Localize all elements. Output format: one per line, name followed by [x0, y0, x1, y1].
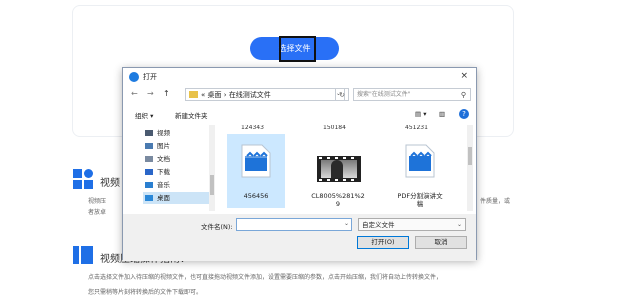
sidebar-item-label: 视频 — [157, 129, 170, 137]
thumbnail-person — [331, 160, 343, 178]
sidebar-item-downloads[interactable]: 下载 — [143, 166, 213, 178]
section-text: 点击选择文件加入待压缩的视频文件，也可直接拖动视频文件添加，设置需要压缩的参数，… — [88, 274, 443, 281]
video-file-icon — [241, 144, 271, 178]
file-item-cl8005[interactable]: CL8005%281%2 9 — [309, 134, 367, 208]
section-text: 您只需稍等片刻将转换后的文件下载即可。 — [88, 289, 203, 296]
download-icon — [145, 169, 153, 175]
path-prefix: « — [201, 90, 206, 99]
sidebar-item-videos[interactable]: 视频 — [143, 127, 213, 139]
chevron-down-icon[interactable]: ⌄ — [457, 219, 462, 231]
grid-icon — [73, 169, 93, 189]
file-item-pdf-split[interactable]: PDF分割演讲文 稿 — [391, 134, 449, 208]
file-list-scrollbar[interactable] — [467, 125, 473, 211]
breadcrumb-folder[interactable]: 在线测试文件 — [229, 90, 271, 100]
sidebar-item-label: 桌面 — [157, 194, 170, 202]
forward-icon[interactable]: → — [147, 89, 154, 98]
dialog-toolbar: 组织 ▾ 新建文件夹 ▤ ▾ ▥ ? — [123, 106, 476, 122]
file-name: 456456 — [243, 192, 269, 200]
page: 选择文件 视频 视频压 件质量，或 者放卓 视频压缩操作指南： 点击选择文件加入… — [0, 0, 640, 302]
dialog-footer: 文件名(N): ⌄ 自定义文件 ⌄ 打开(O) 取消 — [123, 214, 476, 261]
film-hole — [343, 179, 346, 181]
file-type-value: 自定义文件 — [362, 221, 395, 229]
sidebar-item-label: 下载 — [157, 168, 170, 176]
address-bar[interactable]: « 桌面 › 在线测试文件 ⌄ — [185, 88, 345, 101]
view-options-icon[interactable]: ▤ ▾ — [415, 110, 426, 118]
film-hole — [319, 157, 322, 159]
document-icon — [145, 156, 153, 162]
desktop-icon — [145, 195, 153, 201]
file-name-partial[interactable]: 451231 — [405, 125, 428, 131]
dialog-title: 打开 — [143, 73, 157, 81]
chevron-down-icon[interactable]: ⌄ — [344, 220, 349, 227]
scrollbar-thumb[interactable] — [210, 175, 214, 195]
video-file-icon — [405, 144, 435, 178]
open-file-dialog: 打开 × ← → ↑ « 桌面 › 在线测试文件 ⌄ ↻ 搜索"在线测试文件" … — [122, 67, 477, 261]
dialog-titlebar[interactable]: 打开 × — [123, 68, 476, 85]
search-input[interactable]: 搜索"在线测试文件" ⚲ — [353, 88, 471, 101]
breadcrumb-desktop[interactable]: 桌面 — [208, 90, 222, 100]
navigation-bar: ← → ↑ « 桌面 › 在线测试文件 ⌄ ↻ 搜索"在线测试文件" ⚲ — [123, 87, 476, 103]
search-icon[interactable]: ⚲ — [461, 89, 466, 101]
help-icon[interactable]: ? — [459, 109, 469, 119]
picture-icon — [145, 143, 153, 149]
breadcrumb-separator: › — [223, 90, 227, 99]
file-name-partial[interactable]: 150184 — [323, 125, 346, 131]
sidebar-item-label: 图片 — [157, 142, 170, 150]
video-thumbnail — [317, 156, 361, 182]
open-button[interactable]: 打开(O) — [357, 236, 409, 249]
file-type-select[interactable]: 自定义文件 ⌄ — [358, 218, 466, 231]
film-hole — [335, 157, 338, 159]
file-list: 124343 150184 451231 456456 CL8005%281%2… — [219, 125, 467, 211]
filename-label: 文件名(N): — [201, 223, 233, 231]
navigation-pane: 视频 图片 文档 下载 音乐 桌面 — [127, 125, 215, 211]
sidebar-item-label: 文档 — [157, 155, 170, 163]
filename-input[interactable]: ⌄ — [236, 218, 352, 231]
scrollbar-thumb[interactable] — [468, 147, 472, 165]
up-icon[interactable]: ↑ — [163, 89, 170, 98]
film-hole — [319, 179, 322, 181]
sidebar-item-documents[interactable]: 文档 — [143, 153, 213, 165]
file-item-456456[interactable]: 456456 — [227, 134, 285, 208]
film-hole — [327, 157, 330, 159]
sidebar-scrollbar[interactable] — [209, 125, 215, 211]
preview-pane-icon[interactable]: ▥ — [439, 110, 445, 118]
app-icon — [129, 72, 139, 82]
video-icon — [145, 130, 153, 136]
sidebar-item-pictures[interactable]: 图片 — [143, 140, 213, 152]
new-folder-button[interactable]: 新建文件夹 — [175, 110, 208, 120]
back-icon[interactable]: ← — [131, 89, 138, 98]
folder-icon — [189, 91, 198, 98]
sidebar-item-music[interactable]: 音乐 — [143, 179, 213, 191]
refresh-icon[interactable]: ↻ — [335, 88, 349, 101]
section-text: 者放卓 — [88, 209, 107, 216]
search-placeholder: 搜索"在线测试文件" — [357, 91, 411, 98]
file-name-partial[interactable]: 124343 — [241, 125, 264, 131]
close-icon[interactable]: × — [460, 71, 468, 81]
file-name-line2: 稿 — [416, 200, 424, 208]
sidebar-item-label: 音乐 — [157, 181, 170, 189]
music-icon — [145, 182, 153, 188]
film-hole — [327, 179, 330, 181]
film-hole — [351, 157, 354, 159]
book-icon — [73, 246, 93, 264]
sidebar-item-desktop[interactable]: 桌面 — [143, 192, 213, 204]
organize-button[interactable]: 组织 ▾ — [135, 110, 153, 120]
section-text-tail: 件质量，或 — [480, 198, 511, 205]
section-text: 视频压 — [88, 198, 107, 205]
film-hole — [335, 179, 338, 181]
film-hole — [351, 179, 354, 181]
cancel-button[interactable]: 取消 — [415, 236, 467, 249]
file-name-line2: 9 — [335, 200, 341, 208]
section-title: 视频 — [100, 178, 120, 189]
film-hole — [343, 157, 346, 159]
focus-highlight — [279, 36, 316, 62]
